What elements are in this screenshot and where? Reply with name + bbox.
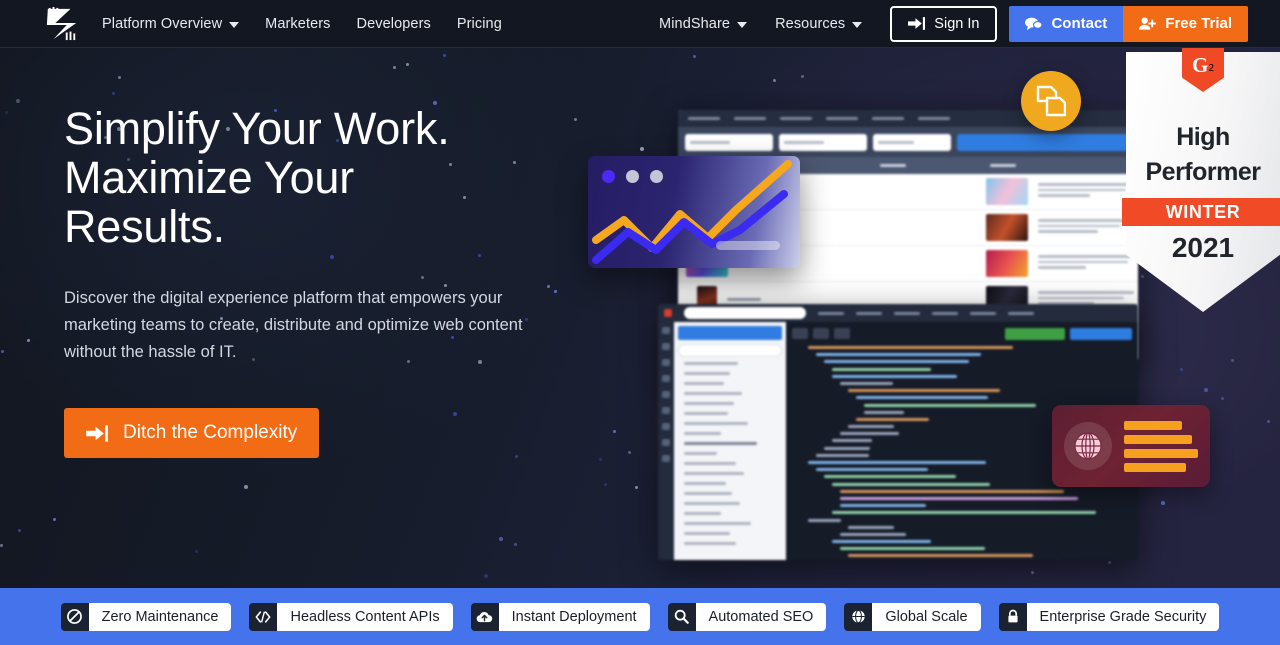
nav-label: Developers: [356, 15, 431, 32]
global-scale-card: [1052, 405, 1210, 487]
globe-icon: [844, 602, 873, 631]
secondary-nav-links: MindShare Resources Sign In Contact Free…: [659, 5, 1280, 42]
analytics-chart-card: [588, 156, 800, 268]
nav-item-mindshare[interactable]: MindShare: [659, 15, 748, 32]
g2-badge-title: High Performer: [1126, 120, 1280, 190]
site-logo[interactable]: [34, 0, 90, 48]
hero-title-line-1: Simplify Your Work.: [64, 103, 450, 154]
nav-item-platform-overview[interactable]: Platform Overview: [102, 15, 240, 32]
trend-line-chart: [592, 160, 792, 264]
sign-in-label: Sign In: [934, 15, 980, 32]
chat-bubble-icon: [1025, 17, 1043, 31]
feature-label: Headless Content APIs: [277, 602, 453, 631]
globe-circle: [1064, 422, 1112, 470]
chevron-down-icon: [737, 21, 748, 28]
feature-label: Zero Maintenance: [88, 602, 232, 631]
feature-headless-content-apis[interactable]: Headless Content APIs: [249, 602, 453, 631]
nav-item-developers[interactable]: Developers: [357, 16, 431, 32]
hero-landing-page: Platform Overview Marketers Developers P…: [0, 0, 1280, 645]
g2-logo-text: G: [1192, 52, 1209, 77]
primary-nav-links: Platform Overview Marketers Developers P…: [102, 16, 502, 32]
hero-subtitle: Discover the digital experience platform…: [64, 289, 523, 361]
g2-high-performer-badge: G2 High Performer WINTER 2021: [1122, 44, 1280, 360]
top-navigation-bar: Platform Overview Marketers Developers P…: [0, 0, 1280, 48]
copy-documents-icon: [1036, 85, 1066, 117]
nav-label: Platform Overview: [102, 15, 223, 32]
feature-zero-maintenance[interactable]: Zero Maintenance: [60, 602, 232, 631]
nav-label: MindShare: [659, 15, 731, 32]
lock-icon: [998, 602, 1027, 631]
hero-title-line-2: Maximize Your: [64, 152, 355, 203]
sign-in-arrow-icon: [86, 424, 108, 442]
globe-icon: [1074, 432, 1102, 460]
hero-title-line-3: Results.: [64, 201, 225, 252]
g2-title-line-1: High: [1176, 123, 1230, 151]
free-trial-button[interactable]: Free Trial: [1123, 5, 1248, 42]
free-trial-label: Free Trial: [1165, 15, 1232, 32]
nav-item-pricing[interactable]: Pricing: [457, 16, 502, 32]
contact-button[interactable]: Contact: [1009, 5, 1124, 42]
feature-enterprise-grade-security[interactable]: Enterprise Grade Security: [998, 602, 1220, 631]
g2-title-line-2: Performer: [1145, 158, 1262, 186]
page-title: Simplify Your Work. Maximize Your Result…: [64, 104, 564, 251]
hero-content: Simplify Your Work. Maximize Your Result…: [64, 104, 564, 458]
feature-label: Automated SEO: [695, 602, 827, 631]
feature-label: Enterprise Grade Security: [1026, 602, 1220, 631]
nav-label: Pricing: [456, 15, 502, 32]
g2-logo-sup: 2: [1208, 62, 1214, 74]
g2-season-ribbon: WINTER: [1122, 198, 1280, 226]
nav-item-marketers[interactable]: Marketers: [265, 16, 330, 32]
cta-label: Ditch the Complexity: [123, 422, 298, 443]
sign-in-arrow-icon: [908, 17, 926, 30]
nav-item-resources[interactable]: Resources: [775, 15, 863, 32]
feature-label: Global Scale: [872, 602, 981, 631]
search-icon: [667, 602, 696, 631]
g2-year: 2021: [1171, 232, 1235, 263]
no-entry-icon: [60, 602, 89, 631]
code-brackets-icon: [249, 602, 278, 631]
zesty-arrow-logo-icon: [46, 6, 77, 40]
copy-documents-badge: [1021, 71, 1081, 131]
sign-in-button[interactable]: Sign In: [890, 5, 998, 42]
g2-ribbon-label: WINTER: [1165, 201, 1241, 222]
feature-global-scale[interactable]: Global Scale: [844, 602, 981, 631]
cloud-upload-icon: [470, 602, 499, 631]
nav-label: Resources: [775, 15, 846, 32]
orange-bars: [1124, 420, 1198, 472]
chevron-down-icon: [852, 21, 863, 28]
chevron-down-icon: [229, 21, 240, 28]
add-user-icon: [1139, 17, 1157, 30]
feature-instant-deployment[interactable]: Instant Deployment: [470, 602, 650, 631]
feature-automated-seo[interactable]: Automated SEO: [667, 602, 827, 631]
nav-label: Marketers: [265, 15, 331, 32]
feature-label: Instant Deployment: [498, 602, 650, 631]
contact-label: Contact: [1051, 15, 1108, 32]
placeholder-bar: [716, 241, 780, 250]
feature-highlights-bar: Zero Maintenance Headless Content APIs I…: [0, 588, 1280, 645]
ditch-the-complexity-button[interactable]: Ditch the Complexity: [64, 408, 320, 458]
